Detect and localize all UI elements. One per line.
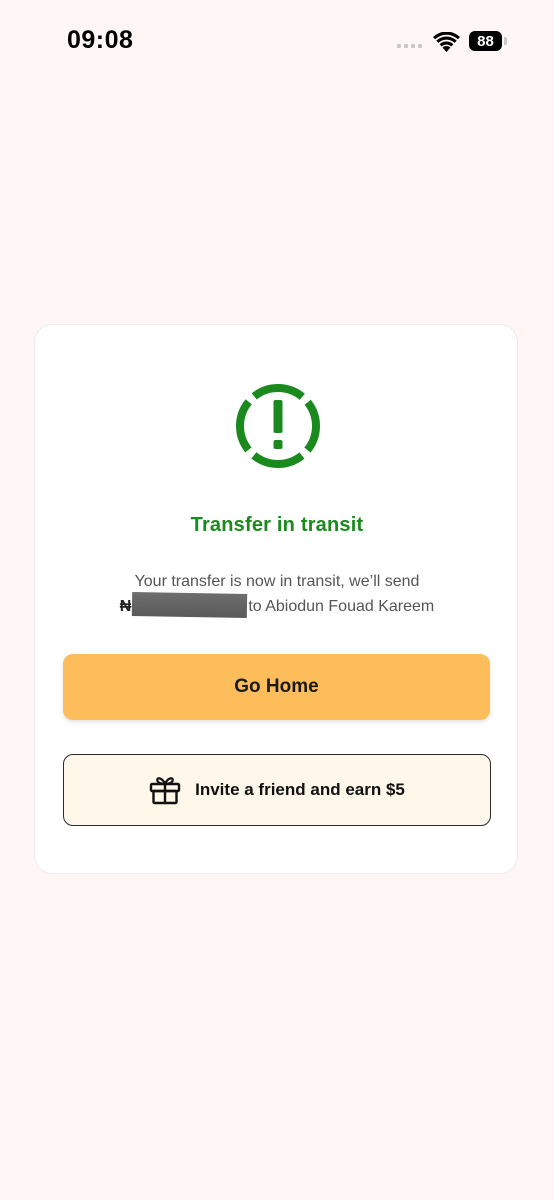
status-time: 09:08 [67,26,134,54]
transfer-status-card: Transfer in transit Your transfer is now… [34,324,518,874]
redacted-amount [132,591,248,619]
status-bar: 09:08 88 [0,0,554,80]
go-home-button[interactable]: Go Home [63,654,490,720]
message-line-1: Your transfer is now in transit, we’ll s… [134,573,420,590]
battery-cap [504,37,507,45]
recipient-text: to Abiodun Fouad Kareem [248,598,435,615]
gift-icon [149,777,181,805]
battery-icon: 88 [469,31,502,51]
currency-symbol: ₦ [119,598,132,615]
status-title: Transfer in transit [190,514,364,536]
signal-icon [397,44,422,48]
status-message: Your transfer is now in transit, we’ll s… [75,570,479,619]
invite-friend-button[interactable]: Invite a friend and earn $5 [63,754,491,826]
invite-label: Invite a friend and earn $5 [195,780,405,799]
message-line-2: ₦ to Abiodun Fouad Kareem [75,591,479,619]
wifi-icon [433,32,460,52]
alert-dashed-circle-icon [236,384,320,468]
go-home-label: Go Home [234,676,319,697]
